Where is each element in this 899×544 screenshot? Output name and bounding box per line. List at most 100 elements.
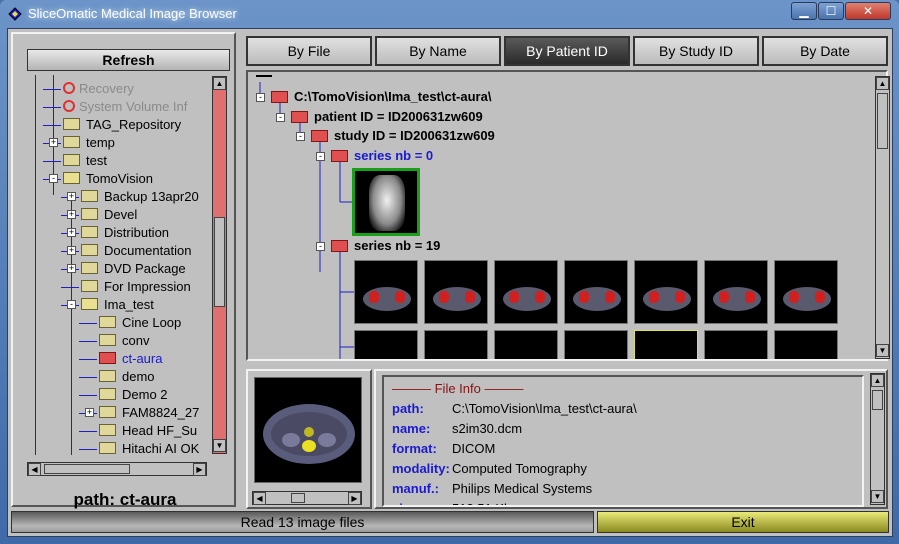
tree-item-demo[interactable]: demo: [99, 368, 155, 386]
tree-item-demo-2[interactable]: Demo 2: [99, 386, 168, 404]
maximize-button[interactable]: ☐: [818, 2, 844, 20]
tree-vertical-scrollbar[interactable]: ▲ ▼: [212, 76, 227, 454]
scroll-left-icon[interactable]: ◀: [253, 492, 266, 505]
collapse-root[interactable]: -: [256, 93, 265, 102]
folder-icon: [99, 424, 116, 436]
tree-item-for-impression[interactable]: For Impression: [81, 278, 191, 296]
series-thumbnail[interactable]: [564, 260, 628, 324]
scroll-down-icon[interactable]: ▼: [871, 490, 884, 503]
tab-by-file[interactable]: By File: [246, 36, 372, 66]
expand-icon[interactable]: +: [49, 138, 58, 147]
file-info-title: ——— File Info ———: [392, 381, 524, 396]
minimize-button[interactable]: ▁: [791, 2, 817, 20]
tree-item-documentation[interactable]: Documentation: [81, 242, 191, 260]
expand-icon[interactable]: +: [67, 246, 76, 255]
tree-item-tomovision[interactable]: TomoVision: [63, 170, 153, 188]
preview-horizontal-scrollbar[interactable]: ◀ ▶: [252, 491, 362, 505]
tree-item-ima-test[interactable]: Ima_test: [81, 296, 154, 314]
tree-item-devel[interactable]: Devel: [81, 206, 137, 224]
expand-icon[interactable]: +: [67, 264, 76, 273]
folder-icon: [81, 244, 98, 256]
scroll-thumb[interactable]: [291, 493, 305, 503]
series-thumbnail[interactable]: [564, 330, 628, 359]
refresh-button[interactable]: Refresh: [27, 49, 230, 71]
series-thumbnail[interactable]: [704, 260, 768, 324]
series-thumbnail[interactable]: [424, 260, 488, 324]
tree-item-distribution[interactable]: Distribution: [81, 224, 169, 242]
folder-icon: [81, 280, 98, 292]
tree-item-backup-13apr20[interactable]: Backup 13apr20: [81, 188, 199, 206]
tree-item-ct-aura[interactable]: ct-aura: [99, 350, 162, 368]
tree-item-tag-repository[interactable]: TAG_Repository: [63, 116, 181, 134]
file-info-scrollbar[interactable]: ▲ ▼: [870, 373, 885, 505]
tree-item-head-hf-su[interactable]: Head HF_Su: [99, 422, 197, 440]
scroll-thumb[interactable]: [872, 390, 883, 410]
tree-item-system-volume-inf[interactable]: System Volume Inf: [63, 98, 187, 116]
series-thumbnail[interactable]: [634, 260, 698, 324]
series-thumbnail[interactable]: [494, 330, 558, 359]
series-thumbnail[interactable]: [494, 260, 558, 324]
series-0-node[interactable]: series nb = 0: [354, 148, 433, 164]
series-thumbnail[interactable]: [704, 330, 768, 359]
scroll-thumb[interactable]: [877, 93, 888, 149]
collapse-study[interactable]: -: [296, 132, 305, 141]
tree-item-temp[interactable]: temp: [63, 134, 115, 152]
scroll-thumb[interactable]: [214, 217, 225, 307]
tree-item-test[interactable]: test: [63, 152, 107, 170]
file-info-value: Computed Tomography: [452, 461, 587, 476]
exit-button[interactable]: Exit: [597, 511, 889, 533]
collapse-icon[interactable]: -: [49, 174, 58, 183]
scroll-up-icon[interactable]: ▲: [876, 77, 889, 90]
expand-icon[interactable]: +: [67, 192, 76, 201]
scroll-up-icon[interactable]: ▲: [213, 77, 226, 90]
scroll-thumb[interactable]: [44, 464, 130, 474]
tree-item-hitachi-ai-ok[interactable]: Hitachi AI OK: [99, 440, 199, 455]
scroll-right-icon[interactable]: ▶: [193, 463, 206, 476]
tab-by-patient-id[interactable]: By Patient ID: [504, 36, 630, 66]
tree-item-conv[interactable]: conv: [99, 332, 149, 350]
scroll-down-icon[interactable]: ▼: [213, 439, 226, 452]
scroll-down-icon[interactable]: ▼: [876, 344, 889, 357]
collapse-series-19[interactable]: -: [316, 242, 325, 251]
collapse-series-0[interactable]: -: [316, 152, 325, 161]
file-info-panel: ——— File Info ——— path: C:\TomoVision\Ima…: [374, 369, 888, 509]
expand-icon[interactable]: +: [67, 228, 76, 237]
viewer-vertical-scrollbar[interactable]: ▲ ▼: [875, 76, 890, 359]
tab-by-date[interactable]: By Date: [762, 36, 888, 66]
tab-by-study-id[interactable]: By Study ID: [633, 36, 759, 66]
tree-item-recovery[interactable]: Recovery: [63, 80, 134, 98]
collapse-icon[interactable]: -: [67, 300, 76, 309]
series-thumbnail[interactable]: [354, 330, 418, 359]
series-thumbnail[interactable]: [424, 330, 488, 359]
series-0-thumbnail[interactable]: [352, 168, 420, 236]
file-info-value: DICOM: [452, 441, 496, 456]
series-thumbnail[interactable]: [354, 260, 418, 324]
folder-icon: [63, 118, 80, 130]
series-thumbnail[interactable]: [634, 330, 698, 359]
tree-item-fam8824-27[interactable]: FAM8824_27: [99, 404, 199, 422]
series-19-node[interactable]: series nb = 19: [354, 238, 440, 254]
folder-open-icon: [271, 91, 288, 103]
tab-by-name[interactable]: By Name: [375, 36, 501, 66]
window-title: SliceOmatic Medical Image Browser: [28, 6, 237, 21]
root-path-node[interactable]: C:\TomoVision\Ima_test\ct-aura\: [294, 89, 491, 105]
tree-item-cine-loop[interactable]: Cine Loop: [99, 314, 181, 332]
file-info-key: manuf.:: [392, 481, 439, 496]
collapse-patient[interactable]: -: [276, 113, 285, 122]
tree-item-dvd-package[interactable]: DVD Package: [81, 260, 186, 278]
close-button[interactable]: ✕: [845, 2, 891, 20]
patient-node[interactable]: patient ID = ID200631zw609: [314, 109, 483, 125]
ct-slice-graphic: [263, 404, 355, 464]
scroll-right-icon[interactable]: ▶: [348, 492, 361, 505]
study-node[interactable]: study ID = ID200631zw609: [334, 128, 495, 144]
series-thumbnail[interactable]: [774, 260, 838, 324]
title-bar[interactable]: SliceOmatic Medical Image Browser ▁ ☐ ✕: [0, 0, 899, 28]
tree-horizontal-scrollbar[interactable]: ◀ ▶: [27, 462, 207, 476]
series-thumbnail[interactable]: [774, 330, 838, 359]
tree-item-label: Backup 13apr20: [104, 189, 199, 204]
expand-icon[interactable]: +: [85, 408, 94, 417]
expand-icon[interactable]: +: [67, 210, 76, 219]
scroll-up-icon[interactable]: ▲: [871, 374, 884, 387]
tree-item-label: DVD Package: [104, 261, 186, 276]
scroll-left-icon[interactable]: ◀: [28, 463, 41, 476]
